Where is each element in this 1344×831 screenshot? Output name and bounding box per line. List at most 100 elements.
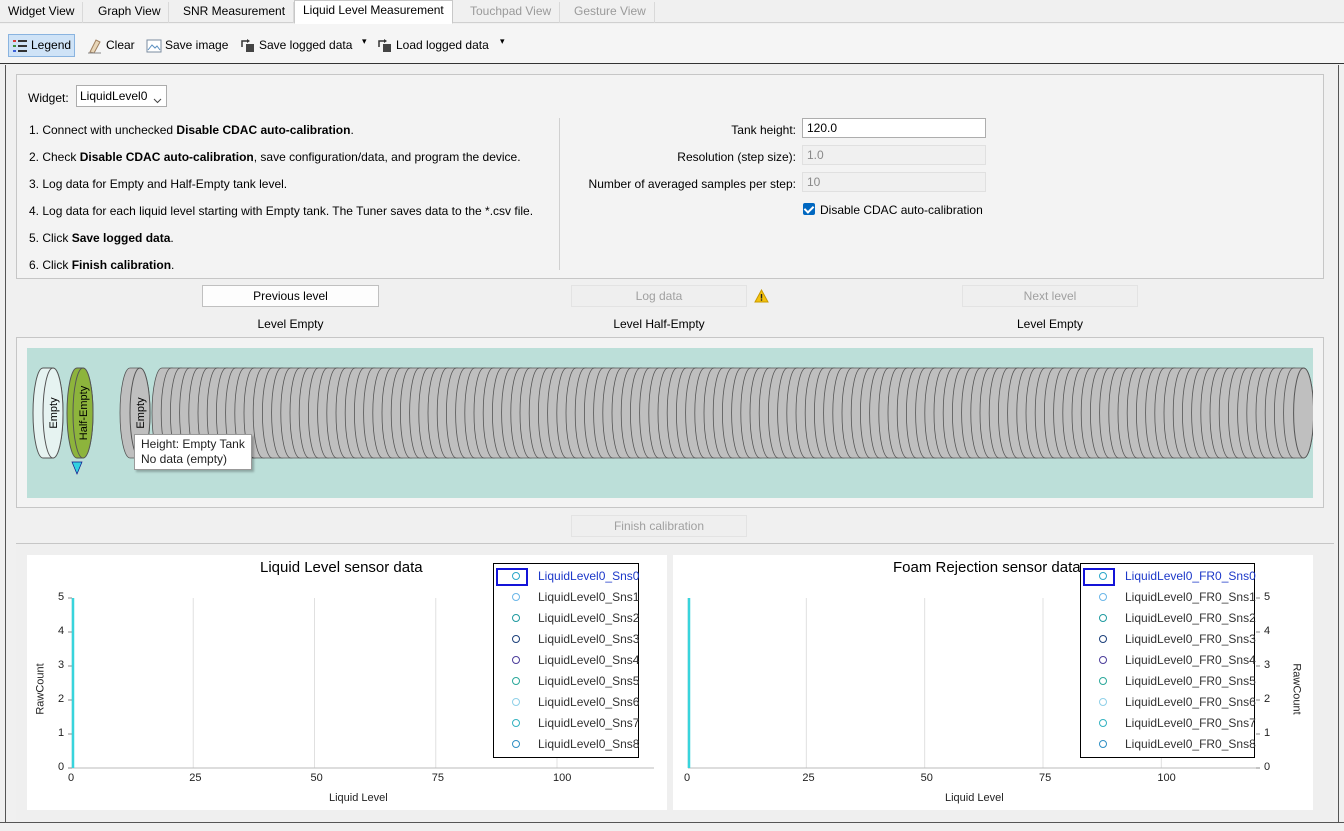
legend-item[interactable]: LiquidLevel0_FR0_Sns0 [1081, 567, 1256, 586]
save-log-icon [240, 38, 256, 54]
y-tick-label: 4 [1264, 625, 1271, 637]
legend-label: LiquidLevel0_FR0_Sns1 [1125, 590, 1256, 604]
instruction-text: 5. Click [29, 231, 72, 245]
y-tick-label: 0 [58, 761, 65, 773]
tab-graph-view[interactable]: Graph View [90, 2, 170, 23]
instruction-step-6: 6. Click Finish calibration. [29, 258, 174, 272]
cylinder-step-label: Empty [135, 397, 147, 429]
cylinder-empty[interactable]: Empty [32, 367, 64, 459]
legend-marker-icon [512, 677, 520, 685]
y-axis-title: RawCount [1290, 663, 1303, 715]
legend-marker-icon [1099, 740, 1107, 748]
x-tick-label: 50 [310, 772, 323, 784]
liquid-level-chart: Liquid Level sensor data RawCount Liquid… [27, 555, 667, 810]
x-tick-label: 0 [68, 772, 75, 784]
clear-button[interactable]: Clear [84, 34, 138, 57]
disable-cdac-checkbox[interactable] [803, 203, 815, 215]
resolution-input[interactable]: 1.0 [802, 145, 986, 165]
toolbar: Legend Clear Save image Save logged data… [0, 24, 1344, 64]
tank-height-input[interactable]: 120.0 [802, 118, 986, 138]
legend-label: LiquidLevel0_FR0_Sns0 [1125, 569, 1256, 583]
previous-level-button[interactable]: Previous level [202, 285, 379, 307]
y-tick-label: 1 [58, 727, 65, 739]
legend-item[interactable]: LiquidLevel0_Sns7 [494, 714, 639, 732]
legend-marker-icon [1099, 614, 1107, 622]
legend-item[interactable]: LiquidLevel0_FR0_Sns4 [1081, 651, 1256, 669]
load-logged-data-dropdown[interactable]: ▾ [500, 36, 505, 47]
legend-item[interactable]: LiquidLevel0_Sns5 [494, 672, 640, 690]
legend-marker-icon [512, 698, 520, 706]
load-log-icon [377, 38, 393, 54]
legend-item[interactable]: LiquidLevel0_FR0_Sns6 [1081, 693, 1256, 711]
tab-widget-view[interactable]: Widget View [0, 2, 84, 23]
legend-item[interactable]: LiquidLevel0_FR0_Sns2 [1081, 609, 1256, 627]
previous-level-label: Level Empty [257, 317, 324, 331]
x-axis-title: Liquid Level [945, 792, 1004, 804]
tank-height-label: Tank height: [731, 123, 796, 137]
next-level-button[interactable]: Next level [962, 285, 1138, 307]
x-tick-label: 25 [802, 772, 815, 784]
chart-legend[interactable]: LiquidLevel0_FR0_Sns0 LiquidLevel0_FR0_Sn… [1080, 563, 1256, 758]
legend-marker-icon [512, 740, 520, 748]
legend-marker-icon [512, 614, 520, 622]
x-tick-label: 0 [684, 772, 691, 784]
legend-item[interactable]: LiquidLevel0_FR0_Sns5 [1081, 672, 1256, 690]
legend-item[interactable]: LiquidLevel0_Sns3 [494, 630, 639, 648]
instruction-step-4: 4. Log data for each liquid level starti… [29, 204, 533, 218]
legend-item[interactable]: LiquidLevel0_FR0_Sns3 [1081, 630, 1256, 648]
legend-label: LiquidLevel0_Sns5 [538, 674, 640, 688]
x-axis-title: Liquid Level [329, 792, 388, 804]
y-axis-title: RawCount [34, 663, 47, 715]
legend-item[interactable]: LiquidLevel0_Sns6 [494, 693, 639, 711]
legend-marker-icon [512, 572, 520, 580]
legend-label: LiquidLevel0_FR0_Sns8 [1125, 737, 1256, 751]
legend-marker-icon [512, 719, 520, 727]
legend-label: LiquidLevel0_FR0_Sns2 [1125, 611, 1256, 625]
step-cylinders [119, 367, 1315, 459]
cylinder-half-empty[interactable]: Half-Empty [66, 367, 94, 459]
save-logged-data-dropdown[interactable]: ▾ [362, 36, 367, 47]
y-tick-label: 5 [1264, 591, 1271, 603]
legend-label: LiquidLevel0_Sns0 [538, 569, 640, 583]
legend-item[interactable]: LiquidLevel0_Sns2 [494, 609, 639, 627]
load-logged-data-label: Load logged data [396, 38, 489, 52]
legend-item[interactable]: LiquidLevel0_FR0_Sns1 [1081, 588, 1256, 606]
save-image-button[interactable]: Save image [143, 34, 231, 57]
legend-item[interactable]: LiquidLevel0_Sns0 [494, 567, 640, 586]
tab-liquid-level-measurement[interactable]: Liquid Level Measurement [294, 0, 453, 24]
legend-item[interactable]: LiquidLevel0_Sns1 [494, 588, 639, 606]
log-data-button[interactable]: Log data [571, 285, 747, 307]
legend-item[interactable]: LiquidLevel0_Sns4 [494, 651, 639, 669]
widget-select[interactable]: LiquidLevel0 [76, 85, 167, 107]
legend-item[interactable]: LiquidLevel0_FR0_Sns7 [1081, 714, 1256, 732]
legend-button-label: Legend [31, 38, 72, 52]
instruction-text: 4. Log data for each liquid level starti… [29, 204, 534, 218]
legend-marker-icon [512, 593, 520, 601]
tab-snr-measurement[interactable]: SNR Measurement [175, 2, 295, 23]
instruction-step-5: 5. Click Save logged data. [29, 231, 174, 245]
y-tick-label: 4 [58, 625, 65, 637]
save-logged-data-button[interactable]: Save logged data [237, 34, 355, 57]
image-icon [146, 38, 162, 54]
samples-input[interactable]: 10 [802, 172, 986, 192]
legend-label: LiquidLevel0_FR0_Sns3 [1125, 632, 1256, 646]
legend-item[interactable]: LiquidLevel0_Sns8 [494, 735, 639, 753]
x-tick-label: 75 [1039, 772, 1052, 784]
tank-panel: Empty Half-Empty Empty [16, 337, 1324, 508]
tab-gesture-view[interactable]: Gesture View [566, 2, 655, 23]
instruction-text: 1. Connect with unchecked [29, 123, 177, 137]
chart-legend[interactable]: LiquidLevel0_Sns0 LiquidLevel0_Sns1 Liquid… [493, 563, 639, 758]
clear-button-label: Clear [106, 38, 135, 52]
legend-label: LiquidLevel0_FR0_Sns6 [1125, 695, 1256, 709]
disable-cdac-label: Disable CDAC auto-calibration [820, 203, 983, 217]
legend-item[interactable]: LiquidLevel0_FR0_Sns8 [1081, 735, 1256, 753]
load-logged-data-button[interactable]: Load logged data [374, 34, 492, 57]
status-bar [0, 822, 1344, 831]
tab-touchpad-view[interactable]: Touchpad View [462, 2, 561, 23]
legend-marker-icon [512, 656, 520, 664]
finish-calibration-button[interactable]: Finish calibration [571, 515, 747, 537]
legend-button[interactable]: Legend [8, 34, 76, 57]
y-tick-label: 2 [58, 693, 65, 705]
instruction-text: , save configuration/data, and program t… [253, 150, 521, 164]
y-tick-label: 3 [58, 659, 65, 671]
